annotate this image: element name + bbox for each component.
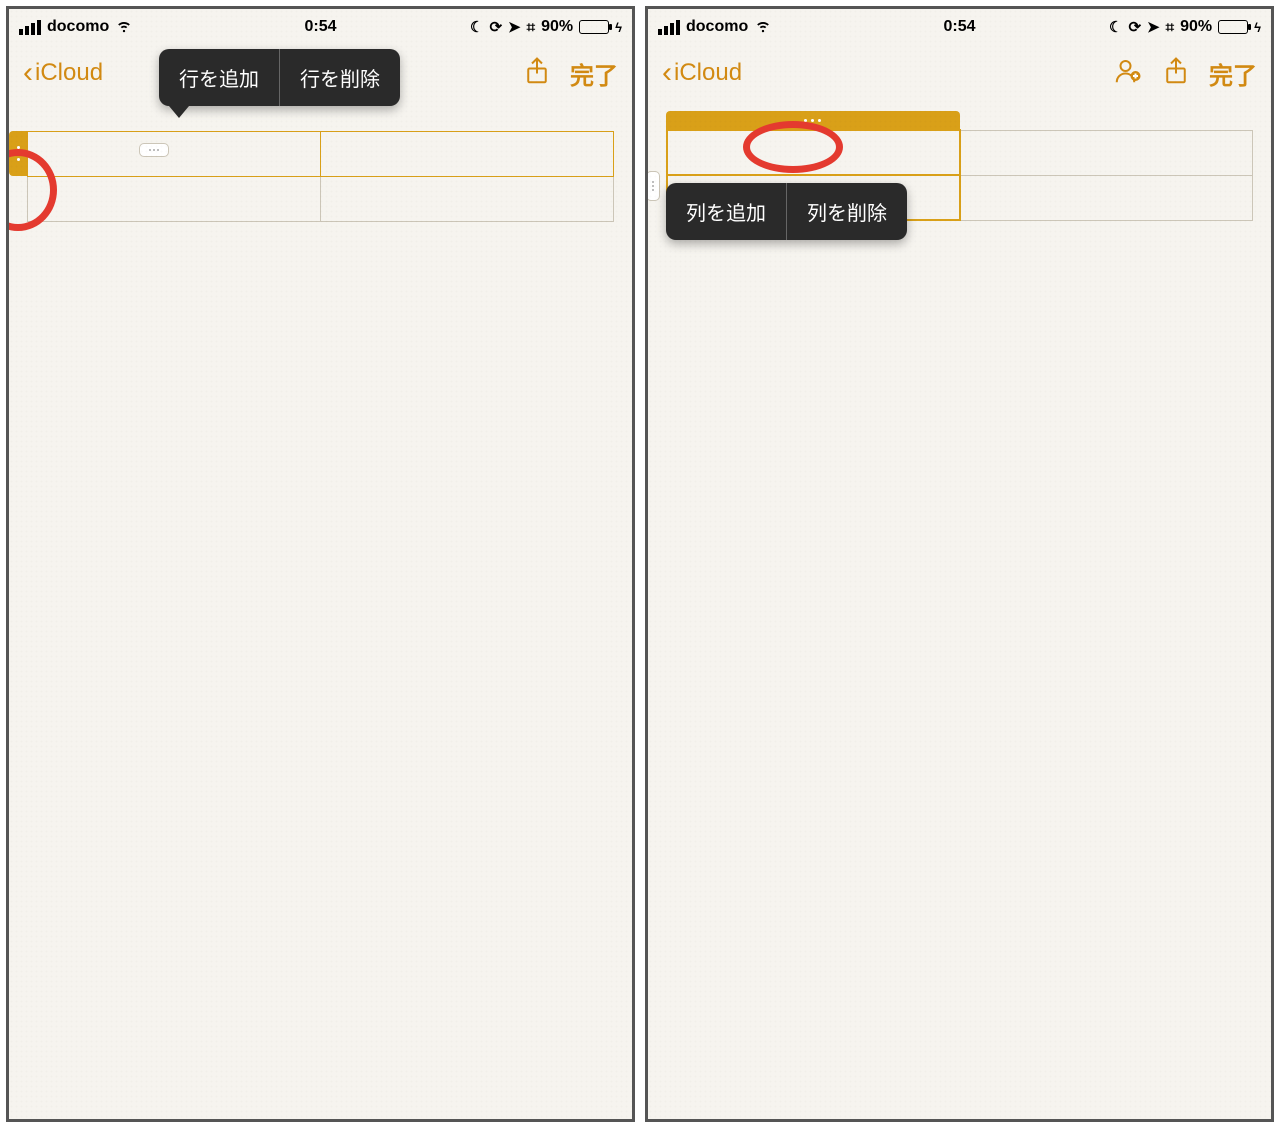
- chevron-left-icon: ‹: [23, 58, 33, 88]
- nav-bar: ‹ iCloud 完了: [648, 45, 1271, 101]
- screenshot-left: docomo 0:54 ☾ ⟳ ➤ ⌗ 90% ϟ ‹ iCloud: [6, 6, 635, 1122]
- location-icon: ➤: [508, 18, 521, 36]
- battery-icon: [1218, 20, 1248, 34]
- share-button[interactable]: [522, 56, 552, 91]
- location-icon: ➤: [1147, 18, 1160, 36]
- screenshot-right: docomo 0:54 ☾ ⟳ ➤ ⌗ 90% ϟ ‹ iCloud: [645, 6, 1274, 1122]
- note-table[interactable]: [27, 131, 614, 222]
- battery-icon: [579, 20, 609, 34]
- cellular-signal-icon: [19, 20, 41, 35]
- orientation-lock-icon: ⟳: [489, 18, 502, 36]
- column-context-menu: 列を追加 列を削除: [666, 183, 907, 240]
- carrier-label: docomo: [47, 18, 109, 36]
- back-label: iCloud: [674, 59, 742, 87]
- wifi-icon: [754, 16, 772, 39]
- back-button[interactable]: ‹ iCloud: [662, 58, 742, 88]
- wifi-icon: [115, 16, 133, 39]
- do-not-disturb-icon: ☾: [1109, 18, 1122, 36]
- table-row[interactable]: [28, 177, 614, 222]
- add-people-button[interactable]: [1113, 56, 1143, 91]
- nav-bar: ‹ iCloud 完了 行を追加 行を削除: [9, 45, 632, 101]
- carrier-label: docomo: [686, 18, 748, 36]
- row-context-menu: 行を追加 行を削除: [159, 49, 400, 106]
- bluetooth-icon: ⌗: [1166, 19, 1174, 36]
- charging-icon: ϟ: [1254, 20, 1261, 35]
- status-bar: docomo 0:54 ☾ ⟳ ➤ ⌗ 90% ϟ: [648, 9, 1271, 45]
- battery-pct-label: 90%: [541, 18, 573, 36]
- row-handle[interactable]: [646, 171, 660, 201]
- delete-row-button[interactable]: 行を削除: [280, 49, 400, 106]
- orientation-lock-icon: ⟳: [1128, 18, 1141, 36]
- row-handle-selected[interactable]: [9, 131, 27, 176]
- do-not-disturb-icon: ☾: [470, 18, 483, 36]
- table-row[interactable]: [667, 130, 1253, 175]
- share-button[interactable]: [1161, 56, 1191, 91]
- bluetooth-icon: ⌗: [527, 19, 535, 36]
- back-label: iCloud: [35, 59, 103, 87]
- column-handle-selected[interactable]: [666, 111, 960, 129]
- chevron-left-icon: ‹: [662, 58, 672, 88]
- cellular-signal-icon: [658, 20, 680, 35]
- done-button[interactable]: 完了: [1209, 56, 1257, 91]
- add-column-button[interactable]: 列を追加: [666, 183, 786, 240]
- charging-icon: ϟ: [615, 20, 622, 35]
- delete-column-button[interactable]: 列を削除: [787, 183, 907, 240]
- battery-pct-label: 90%: [1180, 18, 1212, 36]
- table-row[interactable]: [28, 132, 614, 177]
- add-row-button[interactable]: 行を追加: [159, 49, 279, 106]
- status-bar: docomo 0:54 ☾ ⟳ ➤ ⌗ 90% ϟ: [9, 9, 632, 45]
- done-button[interactable]: 完了: [570, 56, 618, 91]
- back-button[interactable]: ‹ iCloud: [23, 58, 103, 88]
